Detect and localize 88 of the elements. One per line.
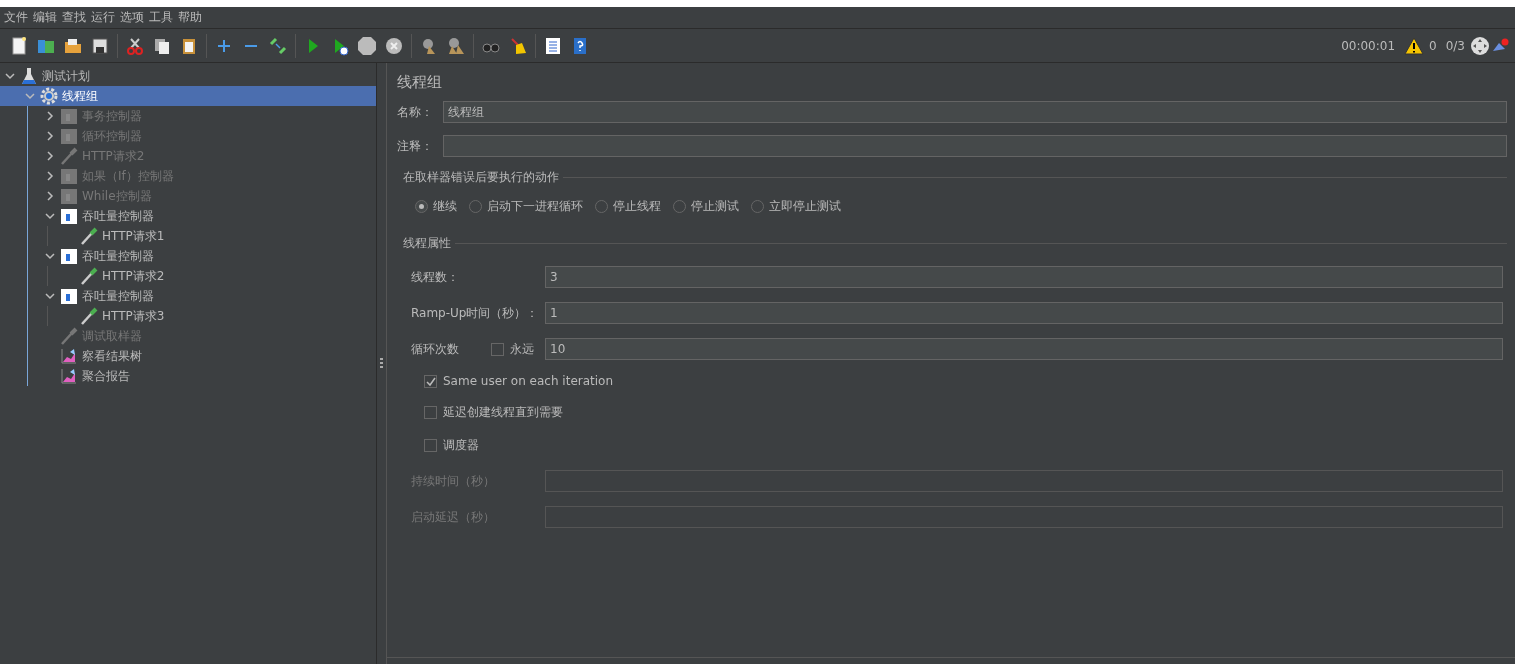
checkbox[interactable] bbox=[424, 374, 437, 388]
controller-icon bbox=[60, 167, 78, 185]
tree-item[interactable]: HTTP请求2 bbox=[0, 266, 376, 286]
radio-label: 停止线程 bbox=[613, 198, 661, 215]
elapsed-time: 00:00:01 bbox=[1341, 38, 1396, 53]
checkbox-label: 永远 bbox=[510, 340, 535, 358]
tree-item[interactable]: 线程组 bbox=[0, 86, 376, 106]
menu-item[interactable]: 文件 bbox=[4, 9, 33, 26]
list-icon[interactable] bbox=[543, 35, 563, 56]
menu-item[interactable]: 帮助 bbox=[178, 9, 207, 26]
pipette-icon bbox=[80, 267, 98, 285]
stop-icon[interactable] bbox=[357, 35, 377, 56]
chart-icon bbox=[60, 367, 78, 385]
menu-item[interactable]: 选项 bbox=[120, 9, 149, 26]
tree-item[interactable]: HTTP请求3 bbox=[0, 306, 376, 326]
tree-item[interactable]: 察看结果树 bbox=[0, 346, 376, 366]
tree-item[interactable]: 测试计划 bbox=[0, 66, 376, 86]
menu-item[interactable]: 编辑 bbox=[33, 9, 62, 26]
warning-icon[interactable] bbox=[1404, 36, 1425, 55]
checkbox[interactable] bbox=[424, 439, 437, 452]
clear-all-icon[interactable] bbox=[446, 35, 466, 56]
remote-engines-icon[interactable] bbox=[1470, 35, 1490, 56]
checkbox-label: 延迟创建线程直到需要 bbox=[443, 404, 563, 421]
checkbox[interactable] bbox=[424, 406, 437, 419]
controller-icon bbox=[60, 287, 78, 305]
radio-label: 停止测试 bbox=[691, 198, 739, 215]
chevron-down-icon[interactable] bbox=[25, 91, 35, 101]
new-file-icon[interactable] bbox=[9, 35, 29, 56]
gear-icon bbox=[40, 87, 58, 105]
tree-item[interactable]: 吞吐量控制器 bbox=[0, 246, 376, 266]
radio-option[interactable]: 继续 bbox=[415, 198, 457, 215]
chart-icon bbox=[60, 347, 78, 365]
splitter-handle[interactable] bbox=[380, 357, 383, 370]
save-icon[interactable] bbox=[90, 35, 110, 56]
section-title: 线程属性 bbox=[403, 235, 451, 252]
radio-option[interactable]: 立即停止测试 bbox=[751, 198, 841, 215]
field-label: Ramp-Up时间（秒）： bbox=[411, 304, 540, 322]
controller-icon bbox=[60, 127, 78, 145]
field-label: 线程数： bbox=[411, 268, 460, 286]
error-count: 0 bbox=[1429, 38, 1437, 53]
radio-button[interactable] bbox=[415, 200, 428, 213]
chevron-down-icon[interactable] bbox=[5, 71, 15, 81]
checkbox-label: Same user on each iteration bbox=[443, 374, 614, 388]
input-field[interactable]: 3 bbox=[545, 266, 1503, 288]
broom-icon[interactable] bbox=[508, 35, 528, 56]
radio-button[interactable] bbox=[595, 200, 608, 213]
toggle-icon[interactable] bbox=[268, 35, 288, 56]
name-field[interactable]: 线程组 bbox=[443, 101, 1507, 123]
controller-icon bbox=[60, 107, 78, 125]
pipette-icon bbox=[80, 307, 98, 325]
pipette-icon bbox=[60, 327, 78, 345]
tree-item[interactable]: 吞吐量控制器 bbox=[0, 286, 376, 306]
radio-label: 继续 bbox=[433, 198, 457, 215]
flask-icon bbox=[20, 67, 38, 85]
input-field[interactable]: 1 bbox=[545, 302, 1503, 324]
controller-icon bbox=[60, 187, 78, 205]
radio-label: 立即停止测试 bbox=[769, 198, 841, 215]
active-threads: 0/3 bbox=[1445, 38, 1465, 53]
radio-button[interactable] bbox=[751, 200, 764, 213]
section-title: 在取样器错误后要执行的动作 bbox=[403, 169, 559, 186]
radio-option[interactable]: 启动下一进程循环 bbox=[469, 198, 583, 215]
tree-item[interactable]: HTTP请求1 bbox=[0, 226, 376, 246]
menu-item[interactable]: 工具 bbox=[149, 9, 178, 26]
checkbox-label: 调度器 bbox=[443, 437, 479, 454]
shutdown-icon[interactable] bbox=[384, 35, 404, 56]
controller-icon bbox=[60, 207, 78, 225]
tree-item[interactable]: 聚合报告 bbox=[0, 366, 376, 386]
checkbox[interactable] bbox=[491, 342, 504, 356]
radio-button[interactable] bbox=[469, 200, 482, 213]
input-field[interactable]: 10 bbox=[545, 338, 1503, 360]
comment-field[interactable] bbox=[443, 135, 1507, 157]
name-label: 名称： bbox=[397, 103, 434, 121]
comment-label: 注释： bbox=[397, 137, 434, 155]
pipette-icon bbox=[60, 147, 78, 165]
menu-item[interactable]: 运行 bbox=[91, 9, 120, 26]
panel-title: 线程组 bbox=[397, 73, 443, 92]
field-label: 循环次数 bbox=[411, 340, 460, 358]
tree-item[interactable]: 吞吐量控制器 bbox=[0, 206, 376, 226]
pipette-icon bbox=[80, 227, 98, 245]
radio-option[interactable]: 停止线程 bbox=[595, 198, 661, 215]
chevron-down-icon[interactable] bbox=[45, 291, 55, 301]
radio-button[interactable] bbox=[673, 200, 686, 213]
chevron-down-icon[interactable] bbox=[45, 211, 55, 221]
radio-option[interactable]: 停止测试 bbox=[673, 198, 739, 215]
menu-item[interactable]: 查找 bbox=[62, 9, 91, 26]
controller-icon bbox=[60, 247, 78, 265]
radio-label: 启动下一进程循环 bbox=[487, 198, 583, 215]
chevron-down-icon[interactable] bbox=[45, 251, 55, 261]
